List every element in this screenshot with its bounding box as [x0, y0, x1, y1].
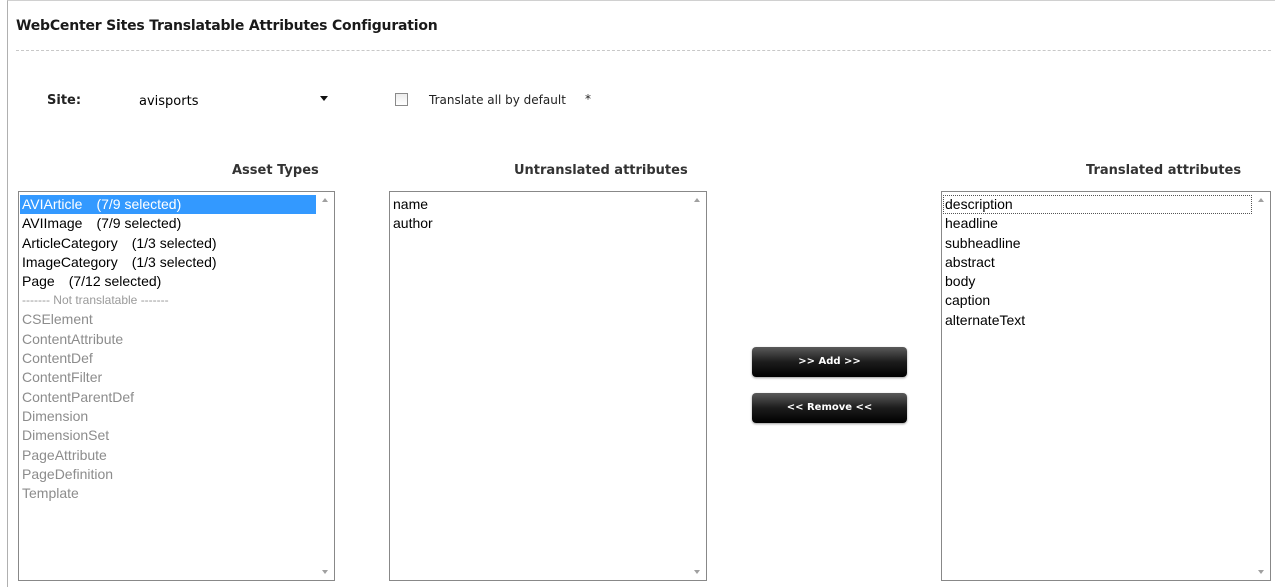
asset-type-option[interactable]: Page (7/12 selected) [20, 272, 316, 291]
scroll-down-icon[interactable] [1258, 570, 1264, 574]
asset-type-option-disabled: PageDefinition [22, 465, 114, 482]
untranslated-header: Untranslated attributes [514, 163, 688, 178]
asset-type-name: AVIImage [22, 215, 83, 232]
translated-option[interactable]: abstract [943, 253, 1252, 272]
asset-type-count: (7/9 selected) [96, 215, 182, 232]
asset-type-option-disabled: ContentDef [22, 350, 93, 367]
asset-type-option-disabled: Template [22, 485, 79, 502]
asset-type-name: Page [22, 273, 55, 290]
untranslated-list[interactable]: name author [389, 191, 707, 581]
asset-types-header: Asset Types [232, 163, 319, 178]
asset-type-option[interactable]: AVIImage (7/9 selected) [20, 214, 316, 233]
remove-button[interactable]: << Remove << [752, 393, 907, 423]
asset-type-count: (1/3 selected) [131, 253, 217, 270]
required-star: * [585, 92, 591, 106]
title-divider [16, 50, 1271, 51]
asset-type-option-disabled: CSElement [22, 311, 93, 328]
untranslated-option[interactable]: author [391, 214, 688, 233]
translated-option[interactable]: headline [943, 214, 1252, 233]
asset-type-option-disabled: DimensionSet [22, 427, 110, 444]
asset-types-scrollbar[interactable] [317, 192, 334, 580]
asset-type-option[interactable]: ArticleCategory (1/3 selected) [20, 234, 316, 253]
asset-type-option[interactable]: ImageCategory (1/3 selected) [20, 253, 316, 272]
translated-list[interactable]: description headline subheadline abstract bo… [941, 191, 1271, 581]
page-title: WebCenter Sites Translatable Attributes … [16, 18, 438, 34]
site-select[interactable]: avisports [131, 88, 333, 112]
untranslated-scrollbar[interactable] [689, 192, 706, 580]
asset-type-count: (1/3 selected) [131, 234, 217, 251]
scroll-up-icon[interactable] [322, 198, 328, 202]
site-select-value: avisports [139, 94, 199, 109]
asset-type-name: ArticleCategory [22, 234, 118, 251]
translated-header: Translated attributes [1086, 163, 1242, 178]
asset-type-option-disabled: ContentParentDef [22, 388, 135, 405]
asset-types-list[interactable]: AVIArticle (7/9 selected) AVIImage (7/9 sel… [18, 191, 335, 581]
translated-option[interactable]: body [943, 272, 1252, 291]
asset-type-name: ImageCategory [22, 253, 118, 270]
asset-type-name: AVIArticle [22, 196, 83, 212]
translated-option[interactable]: caption [943, 291, 1252, 310]
asset-type-count: (7/9 selected) [96, 196, 182, 212]
asset-type-option-disabled: ContentFilter [22, 369, 103, 386]
translate-all-label: Translate all by default [429, 93, 566, 107]
untranslated-option[interactable]: name [391, 195, 688, 214]
scroll-up-icon[interactable] [1258, 198, 1264, 202]
scroll-down-icon[interactable] [694, 570, 700, 574]
asset-type-option-disabled: Dimension [22, 407, 89, 424]
translated-option[interactable]: description [943, 195, 1252, 215]
asset-type-option-disabled: PageAttribute [22, 446, 107, 463]
add-button[interactable]: >> Add >> [752, 347, 907, 377]
site-label: Site: [47, 93, 82, 108]
translate-all-checkbox[interactable] [395, 93, 408, 106]
translated-option[interactable]: alternateText [943, 311, 1252, 330]
not-translatable-separator: ------- Not translatable ------- [22, 293, 169, 308]
translated-option[interactable]: subheadline [943, 234, 1252, 253]
chevron-down-icon [320, 96, 328, 101]
asset-type-option[interactable]: AVIArticle (7/9 selected) [20, 195, 316, 215]
asset-type-count: (7/12 selected) [68, 273, 162, 290]
scroll-down-icon[interactable] [322, 570, 328, 574]
scroll-up-icon[interactable] [694, 198, 700, 202]
translated-scrollbar[interactable] [1253, 192, 1270, 580]
asset-type-option-disabled: ContentAttribute [22, 330, 124, 347]
